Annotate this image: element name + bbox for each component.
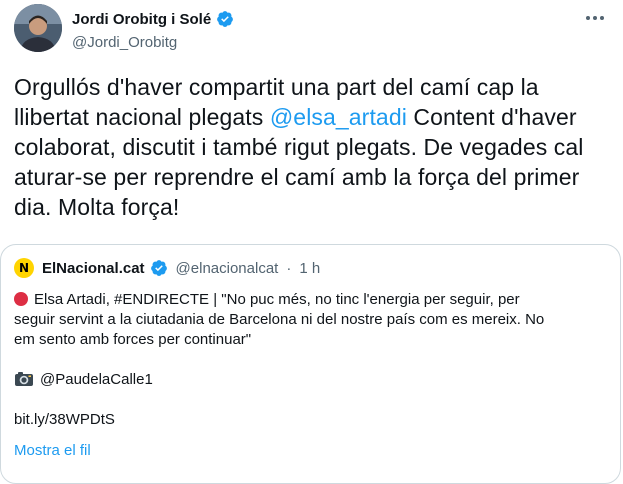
- quoted-text-line-1: Elsa Artadi, #ENDIRECTE | "No puc més, n…: [14, 290, 609, 310]
- more-icon-dot: [600, 16, 604, 20]
- tweet-text: Orgullós d'haver compartit una part del …: [14, 72, 614, 222]
- quoted-author-avatar[interactable]: N: [14, 258, 34, 278]
- short-link[interactable]: bit.ly/38WPDtS: [14, 410, 609, 430]
- author-avatar[interactable]: [14, 4, 62, 52]
- quoted-timestamp[interactable]: 1 h: [299, 260, 320, 277]
- verified-badge-icon: [150, 260, 167, 276]
- verified-badge-icon: [217, 11, 234, 27]
- photo-credit-handle: @PaudelaCalle1: [40, 371, 153, 388]
- mention-link[interactable]: @elsa_artadi: [270, 104, 407, 130]
- show-thread-link[interactable]: Mostra el fil: [14, 442, 91, 459]
- red-circle-emoji: [14, 292, 28, 306]
- quoted-text-line-1-content: Elsa Artadi, #ENDIRECTE | "No puc més, n…: [34, 291, 520, 308]
- quoted-text-line-3: em sento amb forces per continuar": [14, 331, 252, 348]
- quoted-tweet-header: N ElNacional.cat @elnacionalcat · 1 h: [14, 258, 320, 278]
- more-options-button[interactable]: [583, 10, 607, 26]
- more-icon: [586, 16, 590, 20]
- camera-emoji: [15, 372, 33, 386]
- quoted-author-handle[interactable]: @elnacionalcat: [176, 260, 279, 277]
- photo-credit-line: @PaudelaCalle1: [14, 370, 609, 390]
- quoted-text-line-2: seguir servint a la ciutadania de Barcel…: [14, 311, 545, 328]
- quoted-tweet-card[interactable]: N ElNacional.cat @elnacionalcat · 1 h El…: [0, 244, 621, 484]
- logo-letter: N: [18, 261, 30, 275]
- author-info: Jordi Orobitg i Solé @Jordi_Orobitg: [72, 9, 234, 51]
- separator-dot: ·: [286, 259, 292, 277]
- author-handle[interactable]: @Jordi_Orobitg: [72, 34, 234, 51]
- quoted-tweet-text: Elsa Artadi, #ENDIRECTE | "No puc més, n…: [14, 290, 609, 430]
- more-icon-dot: [593, 16, 597, 20]
- quoted-author-name[interactable]: ElNacional.cat: [42, 260, 145, 277]
- author-name[interactable]: Jordi Orobitg i Solé: [72, 11, 211, 28]
